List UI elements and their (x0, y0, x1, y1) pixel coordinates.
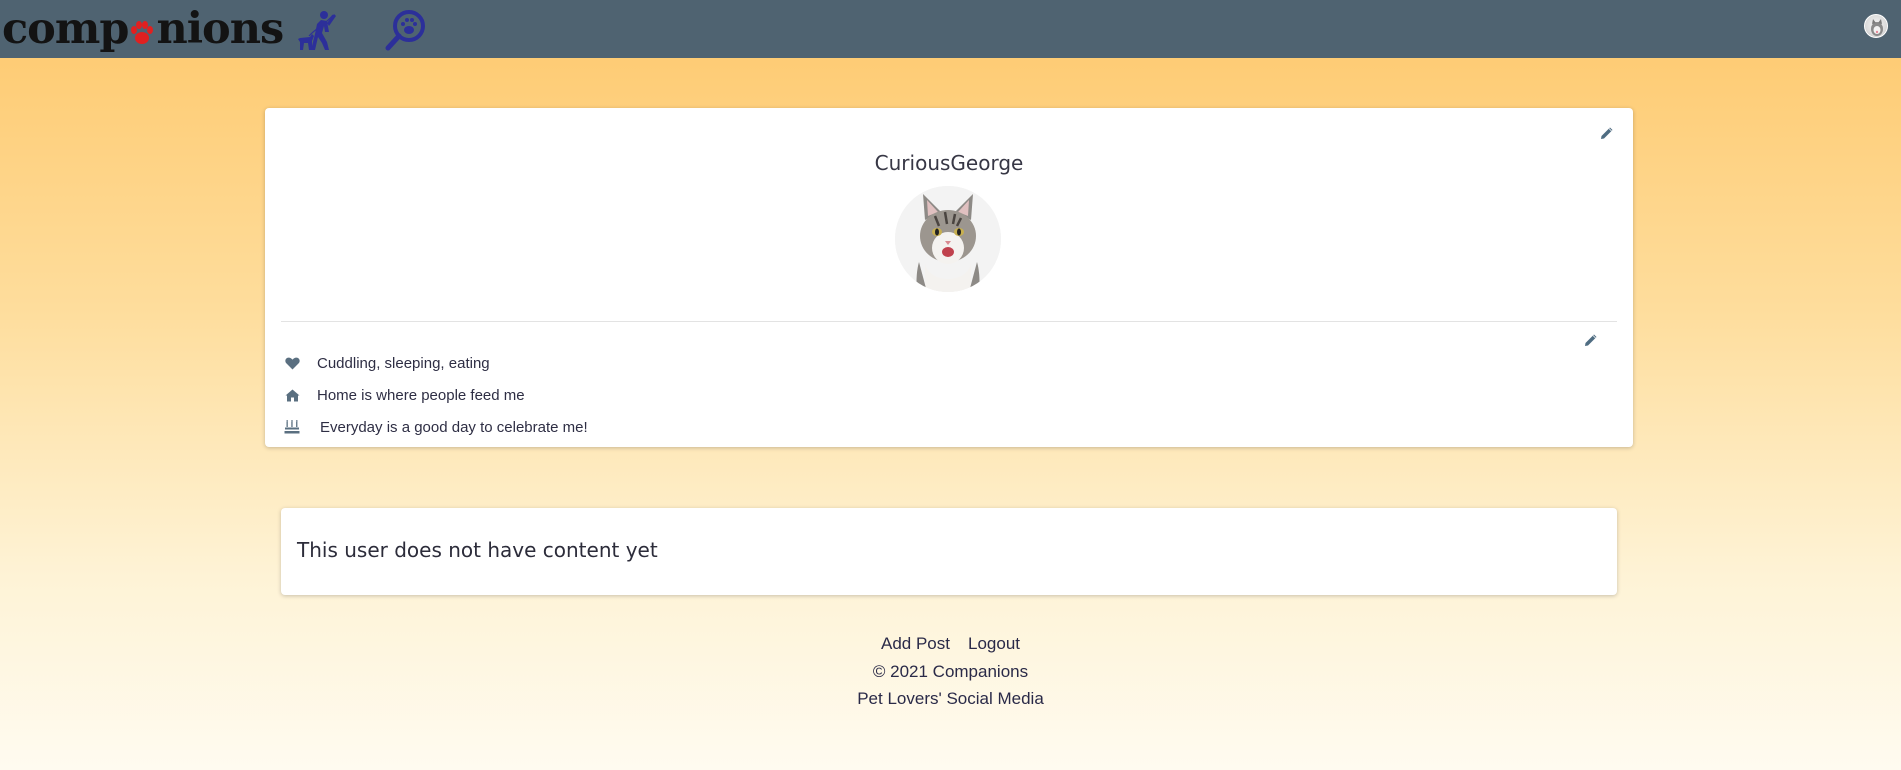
footer-tagline: Pet Lovers' Social Media (857, 689, 1044, 708)
edit-info-pencil-icon[interactable] (1582, 331, 1600, 349)
heart-icon (283, 355, 301, 371)
content-card: This user does not have content yet (281, 508, 1617, 595)
info-home: Home is where people feed me (283, 385, 525, 405)
dog-walk-icon[interactable] (295, 8, 341, 52)
brand-logo[interactable]: comp nions (2, 4, 284, 54)
profile-divider (281, 321, 1617, 322)
footer-copyright: © 2021 Companions (872, 662, 1029, 681)
birthday-text: Everyday is a good day to celebrate me! (320, 418, 588, 436)
info-birthday: Everyday is a good day to celebrate me! (283, 417, 588, 437)
top-navbar: comp nions (0, 0, 1901, 58)
logout-link[interactable]: Logout (968, 634, 1020, 658)
add-post-link[interactable]: Add Post (881, 634, 950, 658)
paw-search-icon[interactable] (383, 8, 429, 52)
footer-links: Add Post Logout (0, 634, 1901, 658)
info-hobbies: Cuddling, sleeping, eating (283, 353, 490, 373)
profile-username: CuriousGeorge (874, 151, 1024, 175)
home-icon (283, 387, 301, 403)
home-text: Home is where people feed me (317, 386, 525, 404)
footer: Add Post Logout © 2021 Companions Pet Lo… (0, 634, 1901, 712)
empty-content-message: This user does not have content yet (297, 538, 658, 562)
birthday-cake-icon (283, 419, 301, 435)
edit-profile-pencil-icon[interactable] (1598, 124, 1616, 142)
hobbies-text: Cuddling, sleeping, eating (317, 354, 490, 372)
profile-card: CuriousGeorge Cuddling, sleeping, eating… (265, 108, 1633, 447)
user-avatar-icon[interactable] (1864, 14, 1888, 38)
cat-avatar (895, 186, 1001, 292)
paw-logo-icon (131, 21, 154, 44)
